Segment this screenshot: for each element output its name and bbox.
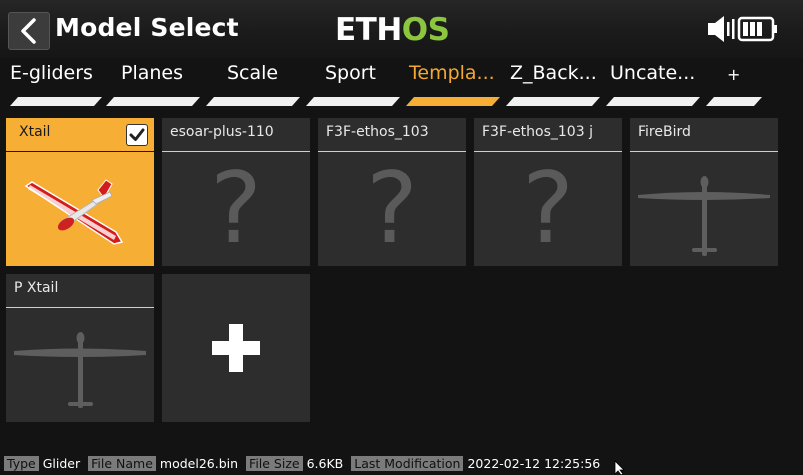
model-image: ?: [162, 152, 310, 266]
question-mark-icon: ?: [521, 152, 574, 266]
tab-indicator: [406, 97, 500, 106]
model-card-firebird[interactable]: FireBird: [630, 118, 778, 266]
selected-checkbox[interactable]: [126, 124, 148, 146]
tab-label: Templa...: [409, 62, 495, 84]
tab-label: Z_Back...: [510, 62, 597, 84]
checkmark-icon: [129, 128, 145, 141]
tab-label: Scale: [227, 62, 279, 84]
file-name-label: File Name: [88, 455, 156, 471]
glider-silhouette-icon: [14, 332, 146, 408]
speaker-icon: [708, 16, 735, 42]
ethos-logo: ETHOS: [335, 12, 450, 46]
model-card-esoar-plus-110[interactable]: esoar-plus-110 ?: [162, 118, 310, 266]
tab-label: Sport: [325, 62, 377, 84]
tab-z-backup[interactable]: Z_Back...: [506, 60, 600, 106]
mouse-cursor-icon: [614, 460, 625, 475]
tab-e-gliders[interactable]: E-gliders: [10, 60, 102, 106]
model-card-f3f-ethos-103[interactable]: F3F-ethos_103 ?: [318, 118, 466, 266]
model-card-f3f-ethos-103-j[interactable]: F3F-ethos_103 j ?: [474, 118, 622, 266]
tab-sport[interactable]: Sport: [306, 60, 400, 106]
back-button[interactable]: [8, 12, 50, 50]
tab-indicator: [506, 97, 600, 106]
type-value: Glider: [42, 455, 81, 471]
model-name: F3F-ethos_103: [326, 124, 429, 140]
add-model-button[interactable]: +: [162, 274, 310, 422]
tab-scale[interactable]: Scale: [206, 60, 300, 106]
model-name: Xtail: [19, 124, 51, 140]
glider-red-photo-icon: [24, 179, 124, 245]
question-mark-icon: ?: [365, 152, 418, 266]
model-grid: Xtail esoar-plus-110 ? F3F-ethos_103 ? F…: [0, 118, 803, 428]
tab-add-category[interactable]: +: [706, 60, 762, 106]
glider-silhouette-icon: [638, 176, 770, 256]
model-image: ?: [318, 152, 466, 266]
model-name: FireBird: [638, 124, 691, 140]
type-label: Type: [4, 455, 39, 471]
model-name: P Xtail: [14, 280, 59, 296]
battery-icon: [737, 16, 777, 42]
tab-indicator: [306, 97, 400, 106]
model-info-bar: Type Glider File Name model26.bin File S…: [4, 455, 604, 471]
tab-uncategorized[interactable]: Uncate...: [606, 60, 700, 106]
tab-templates[interactable]: Templa...: [406, 60, 500, 106]
tab-indicator: [706, 97, 762, 106]
plus-icon: [212, 324, 260, 372]
tab-indicator: [106, 97, 200, 106]
tab-indicator: [10, 97, 102, 106]
add-icon: +: [727, 65, 741, 84]
last-modification-value: 2022-02-12 12:25:56: [467, 455, 601, 471]
tab-indicator: [206, 97, 300, 106]
tab-label: Uncate...: [610, 62, 696, 84]
tab-label: Planes: [121, 62, 184, 84]
question-mark-icon: ?: [209, 152, 262, 266]
tab-label: E-gliders: [10, 62, 93, 84]
page-title: Model Select: [55, 13, 239, 42]
svg-text:ETHOS: ETHOS: [335, 12, 449, 46]
chevron-left-icon: [21, 18, 36, 44]
model-card-p-xtail[interactable]: P Xtail: [6, 274, 154, 422]
file-size-label: File Size: [246, 455, 303, 471]
status-area: [708, 16, 777, 42]
tab-planes[interactable]: Planes: [106, 60, 200, 106]
model-name: F3F-ethos_103 j: [482, 124, 593, 140]
model-card-xtail[interactable]: Xtail: [6, 118, 154, 266]
last-modification-label: Last Modification: [351, 455, 464, 471]
category-tabs: E-gliders Planes Scale Sport Templa... Z…: [0, 60, 803, 108]
model-image: ?: [474, 152, 622, 266]
file-name-value: model26.bin: [159, 455, 239, 471]
title-bar: Model Select ETHOS: [0, 0, 803, 58]
file-size-value: 6.6KB: [306, 455, 344, 471]
tab-indicator: [606, 97, 700, 106]
model-name: esoar-plus-110: [170, 124, 274, 140]
